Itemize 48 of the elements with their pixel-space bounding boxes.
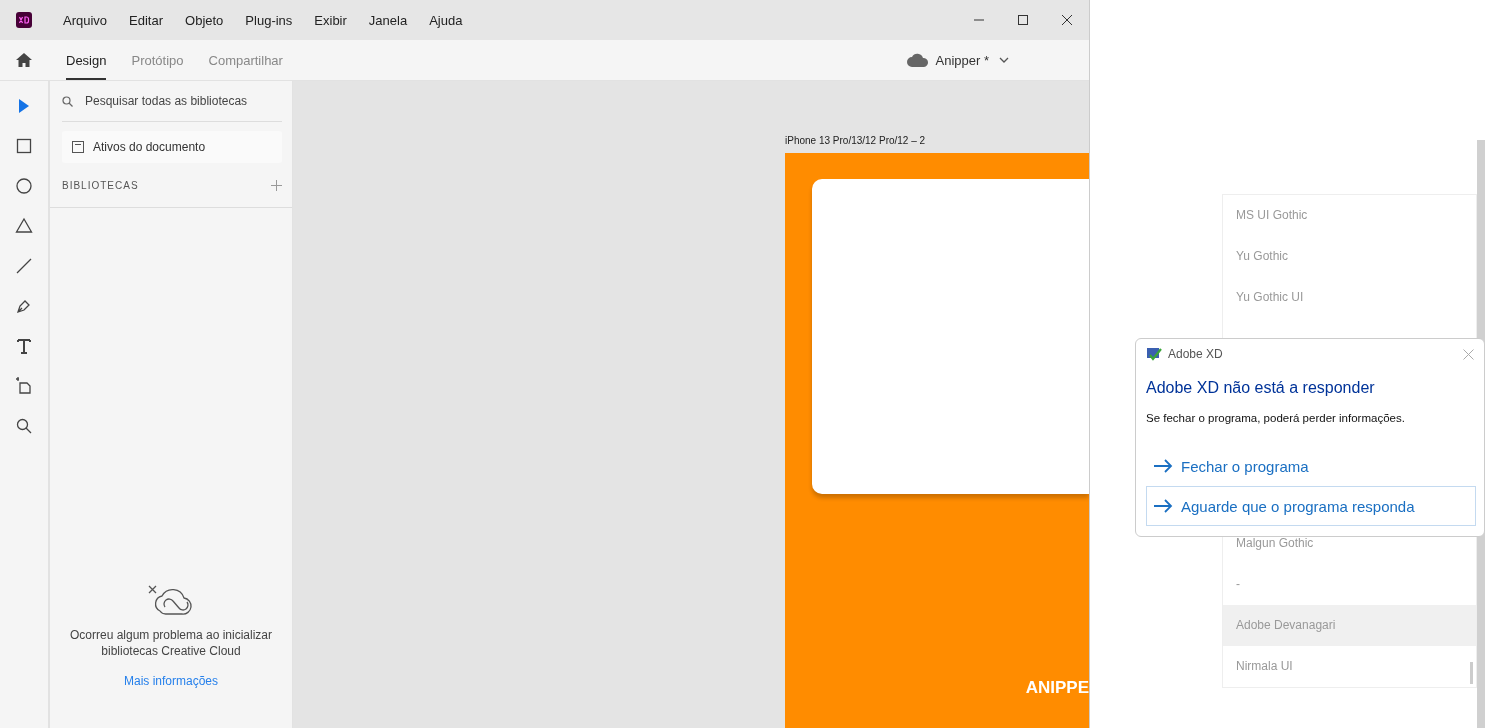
dialog-title: Adobe XD xyxy=(1168,347,1223,361)
home-icon[interactable] xyxy=(15,52,33,68)
chevron-down-icon[interactable] xyxy=(999,57,1009,63)
close-icon[interactable] xyxy=(1061,14,1073,26)
document-icon xyxy=(72,141,84,153)
menu-item[interactable]: Arquivo xyxy=(52,12,119,28)
dialog-message: Se fechar o programa, poderá perder informações. xyxy=(1146,412,1406,424)
search-icon xyxy=(62,95,73,107)
text-tool[interactable] xyxy=(15,337,33,355)
command-link[interactable]: Aguarde que o programa responda xyxy=(1146,486,1476,526)
line-tool[interactable] xyxy=(15,257,33,275)
zoom-tool[interactable] xyxy=(15,417,33,435)
menu-item[interactable]: Objeto xyxy=(174,12,235,28)
font-item[interactable]: Yu Gothic UI xyxy=(1223,277,1476,318)
ellipse-tool[interactable] xyxy=(15,177,33,195)
arrow-right-icon xyxy=(1153,499,1173,513)
error-message: Ocorreu algum problema ao inicializar bibliotecas Creative Cloud xyxy=(68,627,274,659)
search-field[interactable]: Pesquisar todas as bibliotecas xyxy=(83,93,277,109)
menu-item[interactable]: Editar xyxy=(118,12,175,28)
mode-tab[interactable]: Compartilhar xyxy=(208,40,283,80)
document-name: Anipper * xyxy=(935,52,989,68)
more-info-link[interactable]: Mais informações xyxy=(124,674,218,688)
rectangle-tool[interactable] xyxy=(15,137,33,155)
cloud-error-icon xyxy=(148,585,194,617)
menu-item[interactable]: Janela xyxy=(357,12,419,28)
app-icon xyxy=(1146,346,1162,362)
command-link[interactable]: Fechar o programa xyxy=(1146,446,1476,486)
arrow-right-icon xyxy=(1153,459,1173,473)
document-assets-item[interactable]: Ativos do documento xyxy=(62,131,282,163)
font-item[interactable]: MS UI Gothic xyxy=(1223,195,1476,236)
scrollbar-thumb[interactable] xyxy=(1470,662,1473,684)
cloud-icon xyxy=(906,53,929,67)
mode-tab[interactable]: Protótipo xyxy=(131,40,184,80)
dialog-heading: Adobe XD não está a responder xyxy=(1146,379,1376,397)
maximize-icon[interactable] xyxy=(1017,14,1029,26)
menu-item[interactable]: Ajuda xyxy=(418,12,474,28)
triangle-tool[interactable] xyxy=(15,217,33,235)
menu-item[interactable]: Exibir xyxy=(303,12,358,28)
artboard-title: iPhone 13 Pro/13/12 Pro/12 – 2 xyxy=(785,135,927,146)
menu-item[interactable]: Plug-ins xyxy=(234,12,304,28)
font-item[interactable]: Yu Gothic xyxy=(1223,236,1476,277)
section-title: BIBLIOTECAS xyxy=(62,179,139,191)
font-item[interactable]: - xyxy=(1223,564,1476,605)
add-icon[interactable] xyxy=(271,179,282,191)
artboard-text: ANIPPE xyxy=(1025,678,1089,698)
artboard-tool[interactable] xyxy=(15,377,33,395)
font-item[interactable]: Nirmala UI xyxy=(1223,646,1476,687)
app-logo-icon xyxy=(16,12,32,28)
